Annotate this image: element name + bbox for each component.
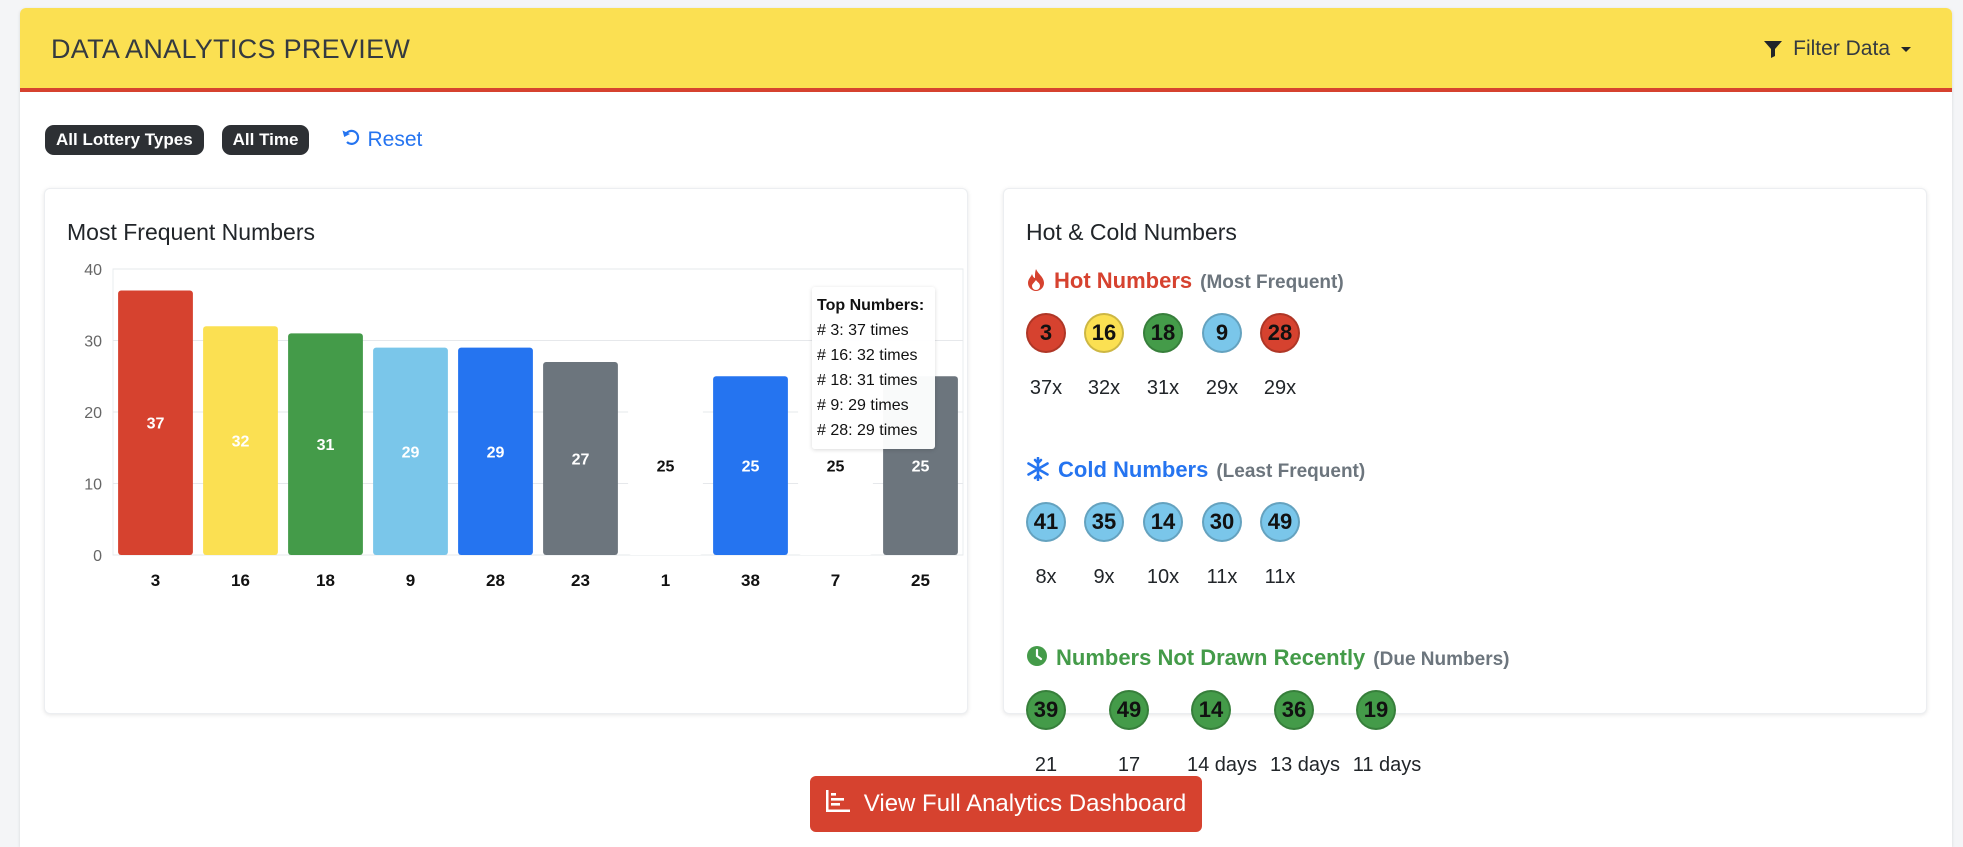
cold-number-ball[interactable]: 41 xyxy=(1026,502,1066,542)
filter-chip-time-range[interactable]: All Time xyxy=(221,125,310,155)
cold-number-ball[interactable]: 30 xyxy=(1202,502,1242,542)
bar-value-label: 37 xyxy=(147,416,165,433)
bar-value-label: 25 xyxy=(912,459,930,476)
hot-number-ball[interactable]: 3 xyxy=(1026,313,1066,353)
filter-data-label: Filter Data xyxy=(1793,37,1890,60)
bar-value-label: 25 xyxy=(742,459,760,476)
hot-number-ball[interactable]: 18 xyxy=(1143,313,1183,353)
tooltip-line: # 28: 29 times xyxy=(817,422,918,439)
cold-count: 8x xyxy=(1035,566,1057,588)
tooltip-line: # 9: 29 times xyxy=(817,397,909,414)
undo-icon xyxy=(341,127,361,153)
hot-count: 37x xyxy=(1029,377,1063,399)
x-tick-label: 3 xyxy=(151,571,160,590)
hot-count: 29x xyxy=(1263,377,1297,399)
reset-button[interactable]: Reset xyxy=(341,127,422,153)
x-tick-label: 38 xyxy=(741,571,760,590)
due-number-ball[interactable]: 39 xyxy=(1026,690,1066,730)
filter-chip-lottery-types[interactable]: All Lottery Types xyxy=(45,125,204,155)
hot-cold-title: Hot & Cold Numbers xyxy=(1026,219,1237,245)
hot-cold-card: Hot & Cold Numbers Hot Numbers (Most Fre… xyxy=(1003,188,1927,799)
y-tick-label: 40 xyxy=(84,262,102,279)
x-tick-label: 28 xyxy=(486,571,505,590)
due-number-ball[interactable]: 19 xyxy=(1356,690,1396,730)
chart-bar-icon xyxy=(825,789,850,819)
tooltip-title: Top Numbers: xyxy=(817,297,925,314)
cold-count: 11x xyxy=(1206,566,1238,588)
x-tick-label: 25 xyxy=(911,571,930,590)
caret-down-icon xyxy=(1900,43,1912,55)
filter-icon xyxy=(1763,39,1783,59)
page-title: DATA ANALYTICS PREVIEW xyxy=(51,34,411,64)
cold-count: 10x xyxy=(1146,566,1180,588)
cold-number-ball[interactable]: 14 xyxy=(1143,502,1183,542)
hot-numbers-sub: (Most Frequent) xyxy=(1200,272,1344,293)
chart-tooltip: Top Numbers: # 3: 37 times # 16: 32 time… xyxy=(812,287,935,449)
tooltip-line: # 3: 37 times xyxy=(817,322,909,339)
snowflake-icon xyxy=(1026,456,1050,486)
due-numbers-sub: (Due Numbers) xyxy=(1373,649,1510,670)
x-tick-label: 7 xyxy=(831,571,840,590)
bar-value-label: 27 xyxy=(572,451,590,468)
cold-count: 11x xyxy=(1264,566,1296,588)
clock-icon xyxy=(1026,645,1048,672)
frequency-bar-chart: 0 10 20 30 40 37 3 32 16 31 18 29 9 29 28 27 23 25 1 25 38 25… xyxy=(84,262,964,590)
x-tick-label: 1 xyxy=(661,571,670,590)
hot-count: 31x xyxy=(1146,377,1180,399)
x-tick-label: 23 xyxy=(571,571,590,590)
cold-numbers-label: Cold Numbers xyxy=(1058,457,1209,482)
bar-value-label: 29 xyxy=(487,444,505,461)
analytics-preview-panel: DATA ANALYTICS PREVIEW Filter Data All L… xyxy=(20,8,1952,847)
most-frequent-card: Most Frequent Numbers 0 10 20 30 40 37 3 32 16 31… xyxy=(44,188,968,714)
due-number-ball[interactable]: 49 xyxy=(1109,690,1149,730)
due-number-ball[interactable]: 14 xyxy=(1191,690,1231,730)
x-tick-label: 18 xyxy=(316,571,335,590)
due-number-ball[interactable]: 36 xyxy=(1274,690,1314,730)
due-days: 13 days xyxy=(1269,754,1341,776)
cold-number-ball[interactable]: 35 xyxy=(1084,502,1124,542)
x-tick-label: 16 xyxy=(231,571,250,590)
y-tick-label: 0 xyxy=(93,548,102,565)
hot-numbers-label: Hot Numbers xyxy=(1054,268,1193,293)
hot-number-ball[interactable]: 16 xyxy=(1084,313,1124,353)
x-tick-label: 9 xyxy=(406,571,415,590)
cold-numbers-sub: (Least Frequent) xyxy=(1216,461,1366,482)
hot-number-ball[interactable]: 9 xyxy=(1202,313,1242,353)
hot-number-ball[interactable]: 28 xyxy=(1260,313,1300,353)
due-days: 14 days xyxy=(1186,754,1258,776)
cold-count: 9x xyxy=(1093,566,1115,588)
due-days: 11 days xyxy=(1352,754,1422,776)
header-bar: DATA ANALYTICS PREVIEW Filter Data xyxy=(20,8,1952,92)
y-tick-label: 10 xyxy=(84,477,102,494)
bar-value-label: 32 xyxy=(232,434,250,451)
due-numbers-heading: Numbers Not Drawn Recently (Due Numbers) xyxy=(1026,645,1509,672)
view-dashboard-button[interactable]: View Full Analytics Dashboard xyxy=(810,776,1202,832)
hot-count: 32x xyxy=(1087,377,1121,399)
bar-value-label: 31 xyxy=(317,437,335,454)
tooltip-line: # 16: 32 times xyxy=(817,347,918,364)
bar-value-label: 25 xyxy=(657,459,675,476)
bar-value-label: 25 xyxy=(827,459,845,476)
view-dashboard-label: View Full Analytics Dashboard xyxy=(863,790,1187,817)
cold-numbers-heading: Cold Numbers (Least Frequent) xyxy=(1026,456,1366,486)
y-tick-label: 30 xyxy=(84,334,102,351)
due-numbers-label: Numbers Not Drawn Recently xyxy=(1056,645,1366,670)
cold-number-ball[interactable]: 49 xyxy=(1260,502,1300,542)
tooltip-line: # 18: 31 times xyxy=(817,372,918,389)
hot-count: 29x xyxy=(1205,377,1239,399)
hot-numbers-heading: Hot Numbers (Most Frequent) xyxy=(1026,268,1344,297)
y-tick-label: 20 xyxy=(84,405,102,422)
filter-data-dropdown[interactable]: Filter Data xyxy=(1763,37,1912,61)
bar-value-label: 29 xyxy=(402,444,420,461)
reset-label: Reset xyxy=(367,128,423,151)
fire-icon xyxy=(1026,268,1046,297)
active-filters: All Lottery Types All Time Reset xyxy=(45,125,422,155)
